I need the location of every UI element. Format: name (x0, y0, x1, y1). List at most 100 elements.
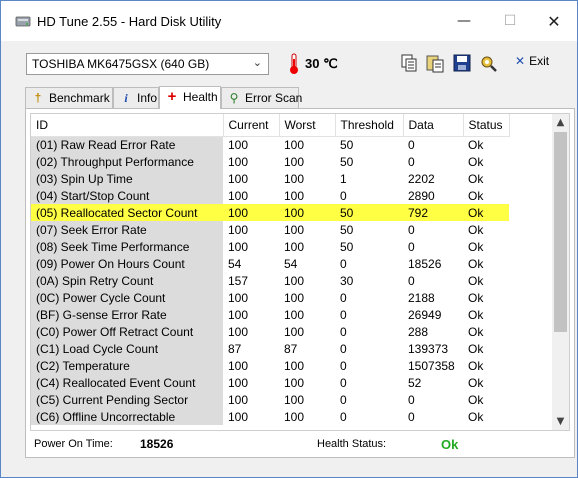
cell-current: 100 (228, 137, 249, 152)
table-row[interactable]: (C5) Current Pending Sector 100 100 0 0 Ok (31, 391, 509, 408)
smart-table-body: (01) Raw Read Error Rate 100 100 50 0 Ok (02) … (31, 136, 509, 425)
scroll-down-icon[interactable]: ▼ (552, 413, 569, 430)
cell-worst: 100 (284, 273, 305, 288)
tab-error-scan[interactable]: ⚲ Error Scan (221, 87, 302, 109)
power-on-time-value: 18526 (140, 437, 174, 451)
cell-data: 288 (408, 324, 429, 339)
cell-status: Ok (468, 188, 484, 203)
cell-status: Ok (468, 222, 484, 237)
cell-current: 100 (228, 307, 249, 322)
table-row[interactable]: (08) Seek Time Performance 100 100 50 0 Ok (31, 238, 509, 255)
vertical-scrollbar[interactable]: ▲ ▼ (552, 114, 569, 430)
table-row[interactable]: (09) Power On Hours Count 54 54 0 18526 Ok (31, 255, 509, 272)
table-row[interactable]: (0C) Power Cycle Count 100 100 0 2188 Ok (31, 289, 509, 306)
cell-worst: 100 (284, 290, 305, 305)
cell-threshold: 30 (340, 273, 354, 288)
cell-data: 1507358 (408, 358, 455, 373)
cell-id: (04) Start/Stop Count (31, 187, 223, 204)
hard-disk-app-icon (15, 16, 31, 27)
table-row[interactable]: (04) Start/Stop Count 100 100 0 2890 Ok (31, 187, 509, 204)
tab-health-label: Health (183, 90, 218, 104)
cell-current: 100 (223, 204, 279, 221)
table-row[interactable]: (C6) Offline Uncorrectable 100 100 0 0 Ok (31, 408, 509, 425)
drive-select[interactable]: TOSHIBA MK6475GSX (640 GB) ⌄ (26, 53, 269, 75)
cell-threshold: 1 (340, 171, 347, 186)
column-header-status[interactable]: Status (463, 114, 510, 137)
column-header-worst[interactable]: Worst (279, 114, 336, 137)
temperature-value: 30 ℃ (305, 56, 338, 71)
title-bar[interactable]: HD Tune 2.55 - Hard Disk Utility — ☐ ✕ (1, 1, 577, 41)
cell-worst: 100 (284, 375, 305, 390)
table-header-row: ID Current Worst Threshold Data Status (31, 114, 510, 137)
cell-status: Ok (468, 375, 484, 390)
maximize-button[interactable]: ☐ (487, 1, 533, 41)
cell-status: Ok (468, 392, 484, 407)
drive-select-value: TOSHIBA MK6475GSX (640 GB) (32, 57, 210, 71)
cell-data: 139373 (408, 341, 449, 356)
cell-threshold: 50 (340, 222, 354, 237)
thermometer-icon (290, 53, 298, 74)
table-row[interactable]: (BF) G-sense Error Rate 100 100 0 26949 Ok (31, 306, 509, 323)
cell-id: (C6) Offline Uncorrectable (31, 408, 223, 425)
cell-worst: 100 (284, 154, 305, 169)
cell-current: 100 (228, 171, 249, 186)
cell-data: 0 (408, 409, 415, 424)
cell-threshold: 50 (340, 137, 354, 152)
column-header-id[interactable]: ID (31, 114, 224, 137)
exit-button[interactable]: ✕ Exit (515, 54, 549, 68)
magnifier-icon: ⚲ (229, 91, 239, 105)
table-row[interactable]: (07) Seek Error Rate 100 100 50 0 Ok (31, 221, 509, 238)
cell-id: (C2) Temperature (31, 357, 223, 374)
table-row[interactable]: (02) Throughput Performance 100 100 50 0 Ok (31, 153, 509, 170)
health-status-label: Health Status: (317, 438, 387, 450)
cell-worst: 100 (284, 137, 305, 152)
cell-worst: 100 (279, 204, 335, 221)
cell-threshold: 50 (335, 204, 403, 221)
cell-threshold: 0 (340, 256, 347, 271)
cell-threshold: 0 (340, 188, 347, 203)
close-button[interactable]: ✕ (531, 1, 577, 41)
paste-icon[interactable] (425, 53, 445, 73)
cell-worst: 100 (284, 392, 305, 407)
table-row[interactable]: (03) Spin Up Time 100 100 1 2202 Ok (31, 170, 509, 187)
cell-worst: 87 (284, 341, 298, 356)
table-row[interactable]: (C4) Reallocated Event Count 100 100 0 52 Ok (31, 374, 509, 391)
cell-id: (C1) Load Cycle Count (31, 340, 223, 357)
save-icon[interactable] (452, 53, 472, 73)
table-row[interactable]: (C1) Load Cycle Count 87 87 0 139373 Ok (31, 340, 509, 357)
table-row[interactable]: (05) Reallocated Sector Count 100 100 50 792… (31, 204, 509, 221)
table-row[interactable]: (C0) Power Off Retract Count 100 100 0 288 Ok (31, 323, 509, 340)
cell-current: 157 (228, 273, 249, 288)
health-panel: ID Current Worst Threshold Data Status (… (25, 108, 575, 458)
scrollbar-thumb[interactable] (554, 132, 567, 332)
minimize-button[interactable]: — (441, 1, 487, 41)
cell-worst: 100 (284, 358, 305, 373)
cell-status: Ok (468, 341, 484, 356)
health-status-value: Ok (441, 437, 459, 452)
tab-health[interactable]: + Health (159, 86, 221, 109)
cell-current: 100 (228, 409, 249, 424)
cell-current: 100 (228, 324, 249, 339)
cell-threshold: 50 (340, 239, 354, 254)
table-row[interactable]: (C2) Temperature 100 100 0 1507358 Ok (31, 357, 509, 374)
cell-id: (02) Throughput Performance (31, 153, 223, 170)
column-header-threshold[interactable]: Threshold (335, 114, 404, 137)
cell-id: (C4) Reallocated Event Count (31, 374, 223, 391)
info-icon: i (124, 91, 128, 105)
cell-current: 100 (228, 154, 249, 169)
options-icon[interactable] (479, 53, 499, 73)
scroll-up-icon[interactable]: ▲ (552, 114, 569, 131)
cell-data: 2188 (408, 290, 435, 305)
table-row[interactable]: (0A) Spin Retry Count 157 100 30 0 Ok (31, 272, 509, 289)
column-header-current[interactable]: Current (223, 114, 280, 137)
exit-label: Exit (529, 54, 550, 68)
copy-icon[interactable] (399, 53, 419, 73)
table-row[interactable]: (01) Raw Read Error Rate 100 100 50 0 Ok (31, 136, 509, 153)
cell-worst: 100 (284, 239, 305, 254)
cell-current: 100 (228, 358, 249, 373)
tab-info[interactable]: i Info (113, 87, 159, 109)
tab-benchmark[interactable]: † Benchmark (25, 87, 113, 109)
cell-current: 100 (228, 375, 249, 390)
column-header-data[interactable]: Data (403, 114, 464, 137)
cell-id: (BF) G-sense Error Rate (31, 306, 223, 323)
